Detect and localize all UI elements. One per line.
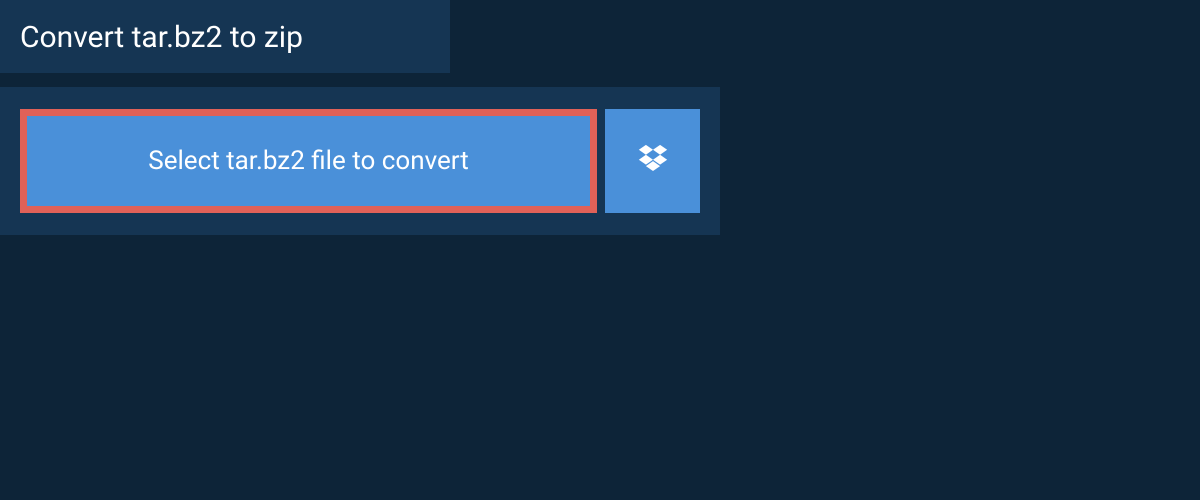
page-title: Convert tar.bz2 to zip <box>0 0 450 73</box>
dropbox-button[interactable] <box>605 109 700 213</box>
dropbox-icon <box>636 142 670 180</box>
select-file-label: Select tar.bz2 file to convert <box>148 146 468 176</box>
upload-panel: Select tar.bz2 file to convert <box>0 87 720 235</box>
select-file-button[interactable]: Select tar.bz2 file to convert <box>20 109 597 213</box>
